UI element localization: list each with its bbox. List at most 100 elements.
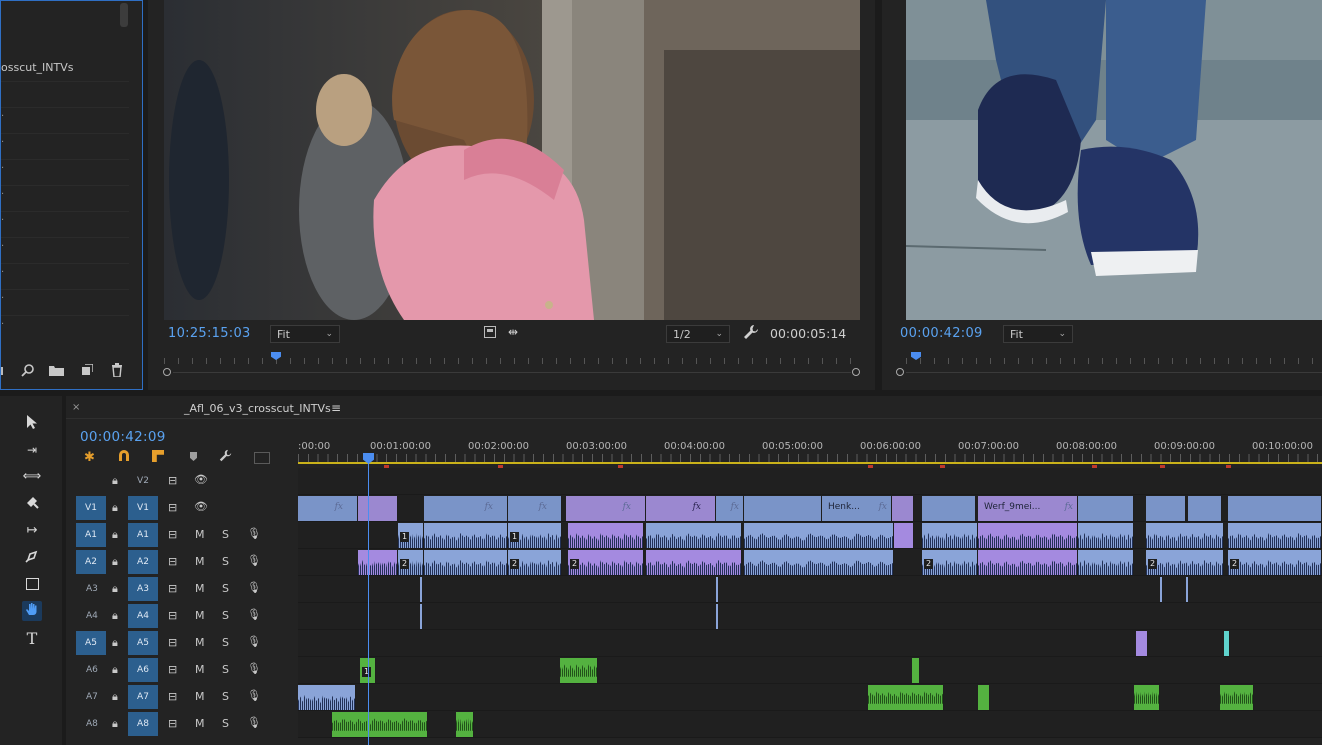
audio-clip[interactable] bbox=[1186, 577, 1189, 602]
track-select-tool-icon[interactable]: ⇥ bbox=[22, 440, 42, 460]
lock-icon[interactable]: 🔒︎ bbox=[112, 528, 118, 542]
lane-a2[interactable]: 2 2 2 2 2 2 bbox=[298, 549, 1322, 576]
lane-a3[interactable] bbox=[298, 576, 1322, 603]
audio-clip[interactable] bbox=[1136, 631, 1148, 656]
lock-icon[interactable]: 🔒︎ bbox=[112, 609, 118, 623]
rectangle-tool-icon[interactable] bbox=[22, 575, 42, 595]
audio-clip[interactable] bbox=[1228, 523, 1322, 548]
audio-clip[interactable] bbox=[716, 604, 719, 629]
lane-a8[interactable] bbox=[298, 711, 1322, 738]
audio-clip[interactable]: 1 bbox=[398, 523, 424, 548]
audio-clip[interactable] bbox=[420, 604, 423, 629]
audio-clip[interactable]: 2 bbox=[398, 550, 424, 575]
audio-clip[interactable] bbox=[744, 550, 894, 575]
video-clip[interactable] bbox=[922, 496, 976, 521]
solo-button[interactable]: S bbox=[222, 690, 229, 703]
sync-lock-icon[interactable]: ⊟ bbox=[168, 636, 177, 649]
lock-icon[interactable]: 🔒︎ bbox=[112, 663, 118, 677]
audio-clip[interactable] bbox=[424, 550, 508, 575]
program-timecode[interactable]: 00:00:42:09 bbox=[900, 326, 983, 341]
lock-icon[interactable]: 🔒︎ bbox=[112, 555, 118, 569]
sync-lock-icon[interactable]: ⊟ bbox=[168, 555, 177, 568]
track-target-a5[interactable]: A5 bbox=[128, 631, 158, 655]
video-clip[interactable] bbox=[358, 496, 398, 521]
microphone-icon[interactable]: 🎙︎ bbox=[247, 581, 261, 594]
close-icon[interactable]: × bbox=[72, 402, 80, 413]
solo-button[interactable]: S bbox=[222, 582, 229, 595]
type-tool-icon[interactable]: T bbox=[22, 629, 42, 649]
solo-button[interactable]: S bbox=[222, 663, 229, 676]
lock-icon[interactable]: 🔒︎ bbox=[112, 717, 118, 731]
video-clip[interactable] bbox=[1188, 496, 1222, 521]
video-clip-henk[interactable]: Henk... fx bbox=[822, 496, 892, 521]
program-in-handle[interactable] bbox=[896, 368, 904, 376]
track-target-a4[interactable]: A4 bbox=[128, 604, 158, 628]
microphone-icon[interactable]: 🎙︎ bbox=[247, 662, 261, 675]
mute-button[interactable]: M bbox=[195, 582, 205, 595]
audio-clip[interactable] bbox=[922, 523, 978, 548]
lane-a1[interactable]: 1 1 bbox=[298, 522, 1322, 549]
program-zoom-bar[interactable] bbox=[906, 372, 1322, 373]
wrench-icon[interactable] bbox=[743, 324, 759, 343]
sync-lock-icon[interactable]: ⊟ bbox=[168, 501, 177, 514]
program-video-frame[interactable] bbox=[906, 0, 1322, 320]
trash-icon[interactable] bbox=[111, 363, 123, 380]
lane-v2[interactable] bbox=[298, 468, 1322, 495]
solo-button[interactable]: S bbox=[222, 555, 229, 568]
list-view-icon[interactable] bbox=[1, 367, 9, 375]
program-time-ruler[interactable] bbox=[906, 350, 1322, 364]
source-time-ruler[interactable] bbox=[164, 350, 860, 364]
track-target-v1[interactable]: V1 bbox=[128, 496, 158, 520]
lane-a5[interactable] bbox=[298, 630, 1322, 657]
timeline-playhead-line[interactable] bbox=[368, 454, 369, 745]
sync-lock-icon[interactable]: ⊟ bbox=[168, 528, 177, 541]
source-patch-a7[interactable]: A7 bbox=[86, 692, 98, 702]
eye-icon[interactable]: 👁︎ bbox=[194, 473, 208, 486]
search-icon[interactable] bbox=[21, 363, 35, 380]
audio-clip[interactable] bbox=[1160, 577, 1163, 602]
microphone-icon[interactable]: 🎙︎ bbox=[247, 689, 261, 702]
source-patch-a1[interactable]: A1 bbox=[76, 523, 106, 547]
mute-button[interactable]: M bbox=[195, 636, 205, 649]
source-in-handle[interactable] bbox=[163, 368, 171, 376]
source-out-handle[interactable] bbox=[852, 368, 860, 376]
audio-clip[interactable] bbox=[1146, 523, 1224, 548]
audio-clip[interactable] bbox=[1220, 685, 1254, 710]
pen-tool-icon[interactable] bbox=[22, 548, 42, 568]
audio-clip[interactable]: 2 bbox=[1146, 550, 1224, 575]
video-clip[interactable]: fx bbox=[508, 496, 562, 521]
lane-v1[interactable]: fx fx fx fx fx fx Henk... fx Werf_9mei..… bbox=[298, 495, 1322, 522]
source-patch-a6[interactable]: A6 bbox=[86, 665, 98, 675]
resolution-dropdown[interactable]: 1/2 ⌄ bbox=[666, 325, 730, 343]
razor-tool-icon[interactable] bbox=[22, 494, 42, 514]
microphone-icon[interactable]: 🎙︎ bbox=[247, 527, 261, 540]
microphone-icon[interactable]: 🎙︎ bbox=[247, 608, 261, 621]
solo-button[interactable]: S bbox=[222, 528, 229, 541]
video-clip[interactable]: fx bbox=[646, 496, 716, 521]
panel-menu-icon[interactable]: ≡ bbox=[331, 401, 341, 415]
source-patch-a8[interactable]: A8 bbox=[86, 719, 98, 729]
track-target-a1[interactable]: A1 bbox=[128, 523, 158, 547]
eye-icon[interactable]: 👁︎ bbox=[194, 500, 208, 513]
audio-clip[interactable] bbox=[1078, 523, 1134, 548]
microphone-icon[interactable]: 🎙︎ bbox=[247, 554, 261, 567]
sync-lock-icon[interactable]: ⊟ bbox=[168, 717, 177, 730]
source-fit-dropdown[interactable]: Fit ⌄ bbox=[270, 325, 340, 343]
audio-clip[interactable] bbox=[1224, 631, 1230, 656]
audio-clip[interactable] bbox=[646, 523, 742, 548]
microphone-icon[interactable]: 🎙︎ bbox=[247, 635, 261, 648]
solo-button[interactable]: S bbox=[222, 636, 229, 649]
folder-icon[interactable] bbox=[49, 365, 64, 379]
audio-clip[interactable] bbox=[456, 712, 474, 737]
captions-icon[interactable] bbox=[254, 452, 270, 464]
audio-clip[interactable] bbox=[978, 523, 1078, 548]
audio-clip[interactable] bbox=[1078, 550, 1134, 575]
audio-clip[interactable] bbox=[744, 523, 894, 548]
track-target-a2[interactable]: A2 bbox=[128, 550, 158, 574]
source-patch-a3[interactable]: A3 bbox=[86, 584, 98, 594]
track-target-a8[interactable]: A8 bbox=[128, 712, 158, 736]
video-clip[interactable]: fx bbox=[424, 496, 508, 521]
mute-button[interactable]: M bbox=[195, 528, 205, 541]
video-clip[interactable] bbox=[1146, 496, 1186, 521]
source-zoom-bar[interactable] bbox=[173, 372, 851, 373]
